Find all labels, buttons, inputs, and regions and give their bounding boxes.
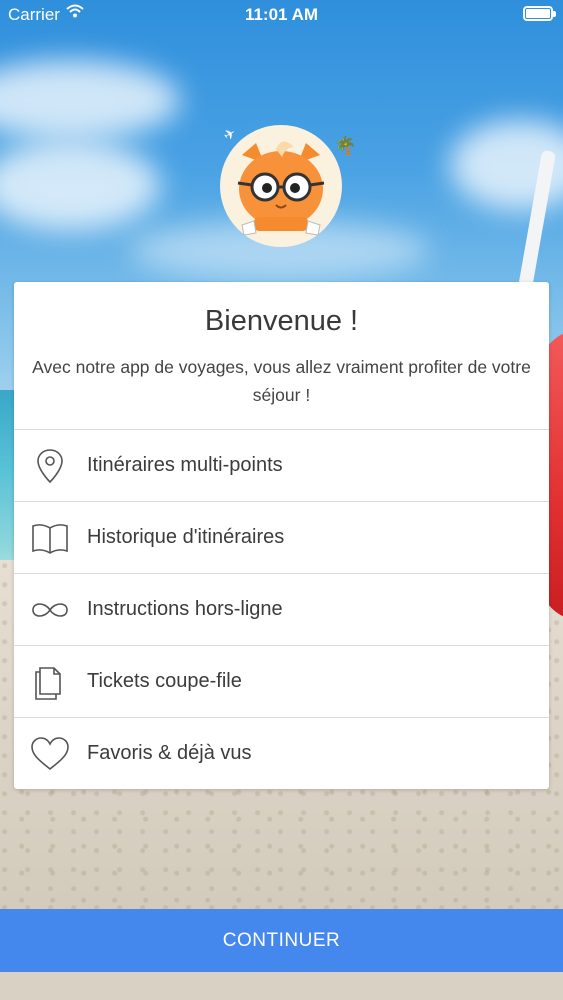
welcome-card: Bienvenue ! Avec notre app de voyages, v…	[14, 282, 549, 789]
feature-label: Historique d'itinéraires	[87, 526, 285, 548]
infinity-icon	[30, 590, 70, 630]
location-pin-icon	[30, 446, 70, 486]
feature-itineraries: Itinéraires multi-points	[14, 429, 549, 501]
mascot-logo	[220, 125, 342, 247]
battery-icon	[523, 6, 556, 21]
feature-label: Tickets coupe-file	[87, 670, 242, 692]
feature-label: Itinéraires multi-points	[87, 454, 283, 476]
open-book-icon	[30, 518, 70, 558]
continue-button[interactable]: CONTINUER	[0, 909, 563, 972]
feature-label: Instructions hors-ligne	[87, 598, 283, 620]
feature-favorites: Favoris & déjà vus	[14, 717, 549, 789]
feature-history: Historique d'itinéraires	[14, 501, 549, 573]
welcome-title: Bienvenue !	[204, 305, 359, 337]
welcome-subtitle: Avec notre app de voyages, vous allez vr…	[32, 357, 531, 405]
feature-label: Favoris & déjà vus	[87, 742, 252, 764]
documents-icon	[30, 662, 70, 702]
feature-tickets: Tickets coupe-file	[14, 645, 549, 717]
heart-icon	[30, 734, 70, 774]
feature-offline: Instructions hors-ligne	[14, 573, 549, 645]
status-bar: Carrier 11:01 AM	[0, 0, 563, 30]
clock: 11:01 AM	[244, 5, 319, 24]
bottom-background	[0, 972, 563, 1000]
